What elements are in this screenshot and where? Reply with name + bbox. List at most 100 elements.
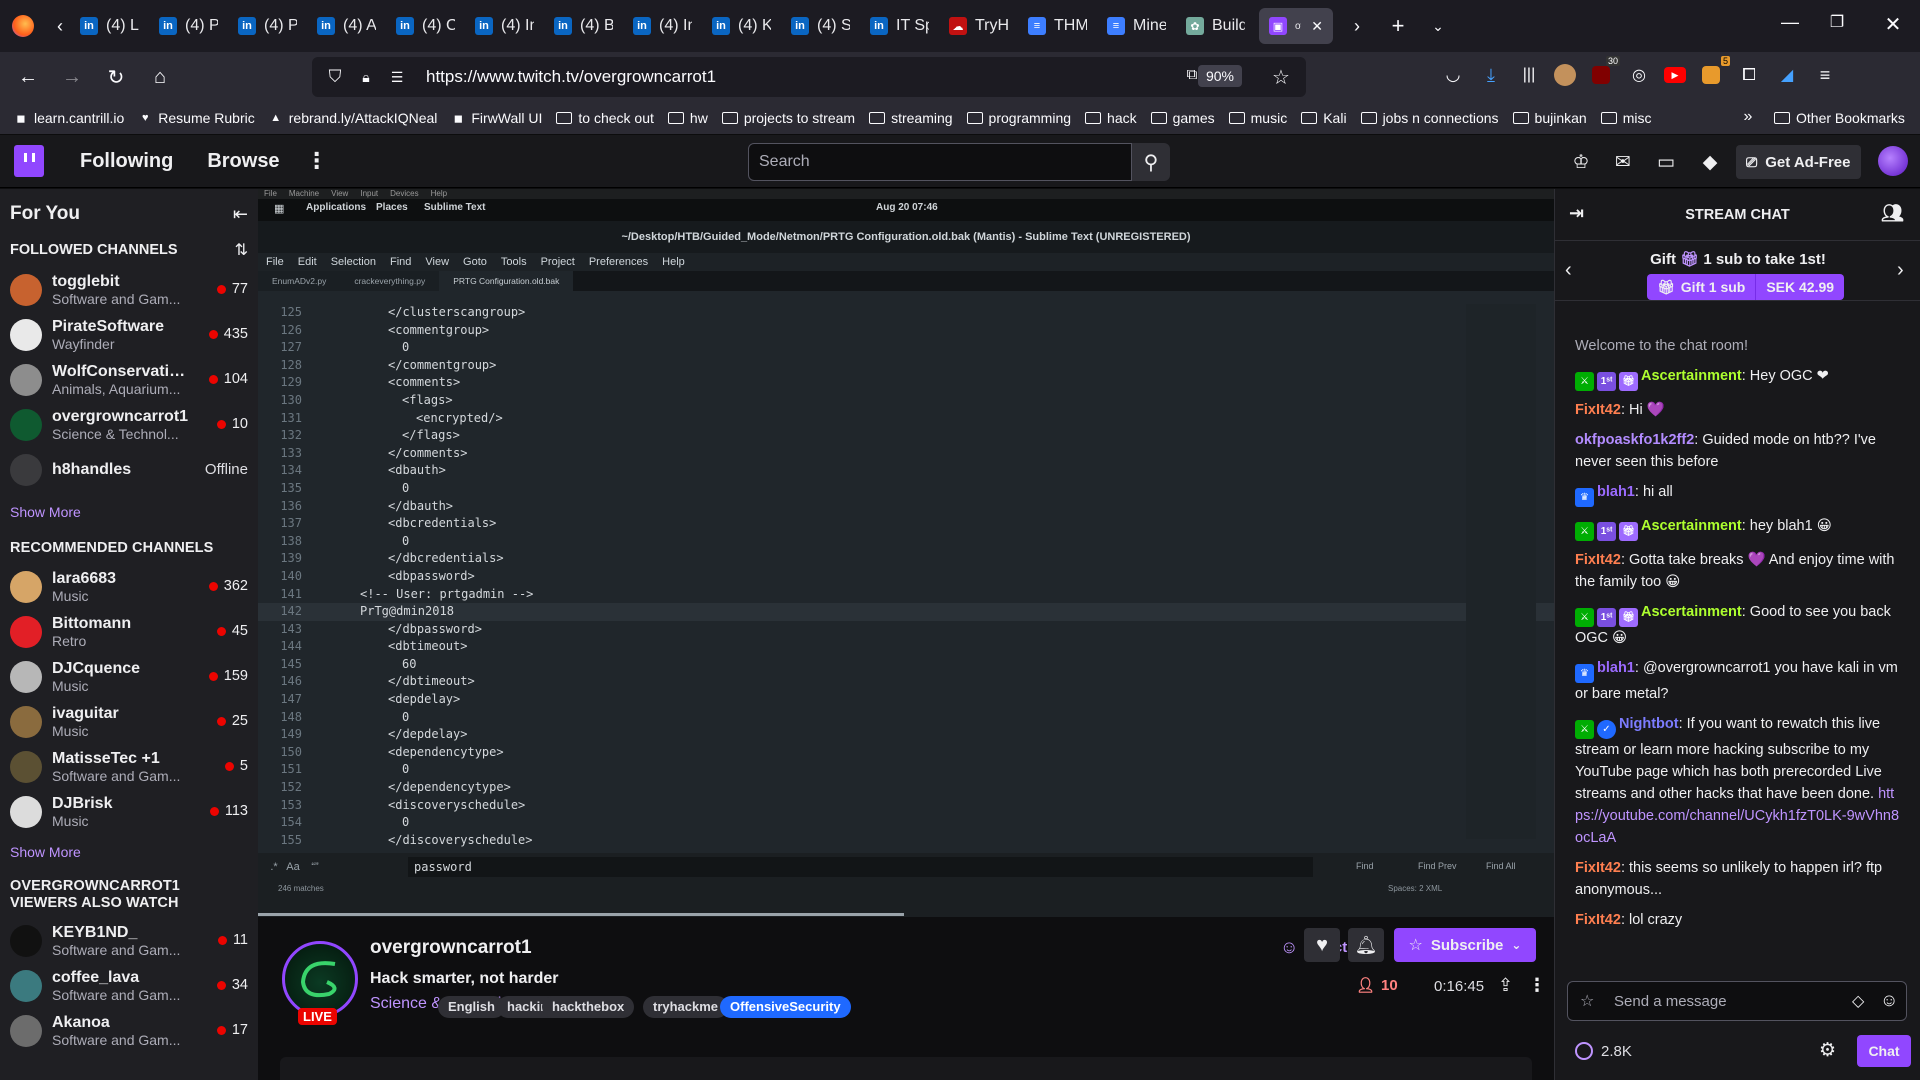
extensions-puzzle-icon[interactable]: ⧠ <box>1736 62 1762 88</box>
minimize-window-icon[interactable]: — <box>1775 12 1805 33</box>
tag-pill[interactable]: English <box>438 996 505 1018</box>
channel-avatar[interactable] <box>282 941 358 1017</box>
sidebar-channel[interactable]: togglebit Software and Gam... 77 <box>0 267 258 312</box>
chat-username[interactable]: FixIt42 <box>1575 860 1621 876</box>
bookmark-item[interactable]: hw <box>667 110 708 126</box>
nav-browse[interactable]: Browse <box>207 150 279 173</box>
channel-points[interactable]: 2.8K <box>1575 1042 1632 1060</box>
sidebar-channel[interactable]: Bittomann Retro 45 <box>0 609 258 654</box>
browser-tab[interactable]: in (4) Lin <box>70 8 149 44</box>
sidebar-channel[interactable]: WolfConservation... Animals, Aquarium... 1… <box>0 357 258 402</box>
rss-icon[interactable]: 5 <box>1698 56 1730 88</box>
bookmark-item[interactable]: Kali <box>1301 110 1347 126</box>
profile-icon[interactable] <box>1554 64 1576 86</box>
bookmark-item[interactable]: projects to stream <box>721 110 855 126</box>
prime-crown-icon[interactable]: ♔ <box>1568 149 1594 175</box>
follow-heart-icon[interactable]: ♥ <box>1304 928 1340 962</box>
sidebar-channel[interactable]: KEYB1ND_ Software and Gam... 11 <box>0 918 258 963</box>
other-bookmarks[interactable]: Other Bookmarks <box>1774 110 1905 126</box>
collapse-chat-icon[interactable]: ⇥ <box>1569 203 1584 224</box>
more-options-icon[interactable]: ⋮ <box>1528 975 1546 996</box>
shield-icon[interactable]: ⛉ <box>326 67 344 87</box>
gift-sub-button[interactable]: 🎁︎ Gift 1 sub SEK 42.99 <box>1647 274 1845 300</box>
sidebar-channel[interactable]: h8handles Offline <box>0 447 258 492</box>
sidebar-channel[interactable]: MatisseTec +1 Software and Gam... 5 <box>0 744 258 789</box>
twitch-logo-icon[interactable] <box>14 145 44 177</box>
show-more-followed[interactable]: Show More <box>0 498 258 526</box>
chat-input[interactable]: ☆ Send a message ◇ ☺ <box>1567 981 1907 1021</box>
send-tab-icon[interactable]: ◢ <box>1774 62 1800 88</box>
zoom-level[interactable]: 90% <box>1197 65 1242 87</box>
sub-badge-icon[interactable]: 1ˢᵗ <box>1597 522 1616 541</box>
bookmark-item[interactable]: games <box>1150 110 1215 126</box>
browser-tab[interactable]: in (4) Bu <box>544 8 623 44</box>
library-icon[interactable]: ||| <box>1516 62 1542 88</box>
sidebar-channel[interactable]: Akanoa Software and Gam... 17 <box>0 1008 258 1053</box>
sub-badge-icon[interactable]: 1ˢᵗ <box>1597 608 1616 627</box>
sub-badge-icon[interactable]: 1ˢᵗ <box>1597 372 1616 391</box>
mod-badge-icon[interactable]: ⚔ <box>1575 720 1594 739</box>
gift-badge-icon[interactable]: 🎁︎ <box>1619 522 1638 541</box>
get-ad-free-button[interactable]: ⎚ Get Ad-Free <box>1736 145 1861 179</box>
chat-username[interactable]: Ascertainment <box>1641 368 1742 384</box>
browser-tab[interactable]: in (4) Inf <box>623 8 702 44</box>
chat-username[interactable]: blah1 <box>1597 484 1635 500</box>
browser-tab[interactable]: ☁ TryHa <box>939 8 1018 44</box>
bookmark-item[interactable]: ◼ FirwWall UI <box>451 110 543 126</box>
reload-icon[interactable]: ↻ <box>98 59 134 95</box>
url-text[interactable]: https://www.twitch.tv/overgrowncarrot1 <box>426 67 716 87</box>
lock-icon[interactable]: 🔒︎ <box>358 69 374 86</box>
tab-scroll-left-icon[interactable]: ‹ <box>50 16 70 37</box>
collapse-sidebar-icon[interactable]: ⇤ <box>233 204 248 225</box>
browser-tab[interactable]: in (4) Per <box>228 8 307 44</box>
restore-window-icon[interactable]: ❐ <box>1822 12 1852 32</box>
pocket-icon[interactable]: ◡ <box>1440 62 1466 88</box>
chat-username[interactable]: FixIt42 <box>1575 552 1621 568</box>
bookmark-item[interactable]: bujinkan <box>1512 110 1587 126</box>
mod-badge-icon[interactable]: ⚔ <box>1575 372 1594 391</box>
browser-tab[interactable]: ▣ ove PLA ✕ <box>1259 8 1333 44</box>
whispers-icon[interactable]: ▭ <box>1653 149 1679 175</box>
share-icon[interactable]: ⇪ <box>1498 975 1513 996</box>
mod-badge-icon[interactable]: ⚔ <box>1575 608 1594 627</box>
video-player[interactable]: File Machine View Input Devices Help ▦ Applic… <box>258 189 1554 917</box>
video-progress-bar[interactable] <box>258 913 904 916</box>
browser-tab[interactable]: ≡ THM F <box>1018 8 1097 44</box>
bookmark-item[interactable]: programming <box>966 110 1071 126</box>
sidebar-channel[interactable]: overgrowncarrot1 Science & Technol... 10 <box>0 402 258 447</box>
crown-badge-icon[interactable]: ♛ <box>1575 488 1594 507</box>
bookmark-item[interactable]: misc <box>1600 110 1651 126</box>
channel-points-star-icon[interactable]: ☆ <box>1580 991 1594 1011</box>
sidebar-channel[interactable]: lara6683 Music 362 <box>0 564 258 609</box>
chat-username[interactable]: Ascertainment <box>1641 604 1742 620</box>
search-input[interactable]: Search <box>748 143 1132 181</box>
chat-username[interactable]: Ascertainment <box>1641 518 1742 534</box>
back-icon[interactable]: ← <box>10 59 46 95</box>
list-all-tabs-icon[interactable]: ⌄ <box>1423 18 1453 35</box>
bookmark-item[interactable]: to check out <box>556 110 654 126</box>
url-bar[interactable]: ⛉ 🔒︎ ☰ https://www.twitch.tv/overgrownca… <box>312 57 1306 97</box>
sidebar-channel[interactable]: DJBrisk Music 113 <box>0 789 258 834</box>
new-tab-icon[interactable]: + <box>1383 13 1413 39</box>
downloads-icon[interactable]: ⤓ <box>1478 62 1504 88</box>
chat-username[interactable]: FixIt42 <box>1575 402 1621 418</box>
chat-username[interactable]: FixIt42 <box>1575 912 1621 928</box>
tag-pill[interactable]: OffensiveSecurity <box>720 996 851 1018</box>
gift-badge-icon[interactable]: 🎁︎ <box>1619 608 1638 627</box>
close-tab-icon[interactable]: ✕ <box>1311 18 1323 35</box>
mod-badge-icon[interactable]: ⚔ <box>1575 522 1594 541</box>
notifications-bell-icon[interactable]: 🔔︎ <box>1348 928 1384 962</box>
bookmark-item[interactable]: ▲ rebrand.ly/AttackIQNeal <box>269 110 437 126</box>
browser-tab[interactable]: ≡ Minec <box>1097 8 1176 44</box>
subscribe-button[interactable]: ☆ Subscribe ⌄ <box>1394 928 1536 962</box>
sidebar-channel[interactable]: ivaguitar Music 25 <box>0 699 258 744</box>
channel-name[interactable]: overgrowncarrot1 <box>370 937 532 959</box>
bookmark-item[interactable]: jobs n connections <box>1360 110 1499 126</box>
home-icon[interactable]: ⌂ <box>142 59 178 95</box>
browser-tab[interactable]: in IT Spe <box>860 8 939 44</box>
bookmark-item[interactable]: ◼ learn.cantrill.io <box>14 110 124 126</box>
browser-tab[interactable]: in (4) Ap <box>307 8 386 44</box>
chat-username[interactable]: okfpoaskfo1k2ff2 <box>1575 432 1694 448</box>
chat-settings-gear-icon[interactable]: ⚙ <box>1819 1039 1836 1062</box>
bookmark-item[interactable]: hack <box>1085 110 1137 126</box>
